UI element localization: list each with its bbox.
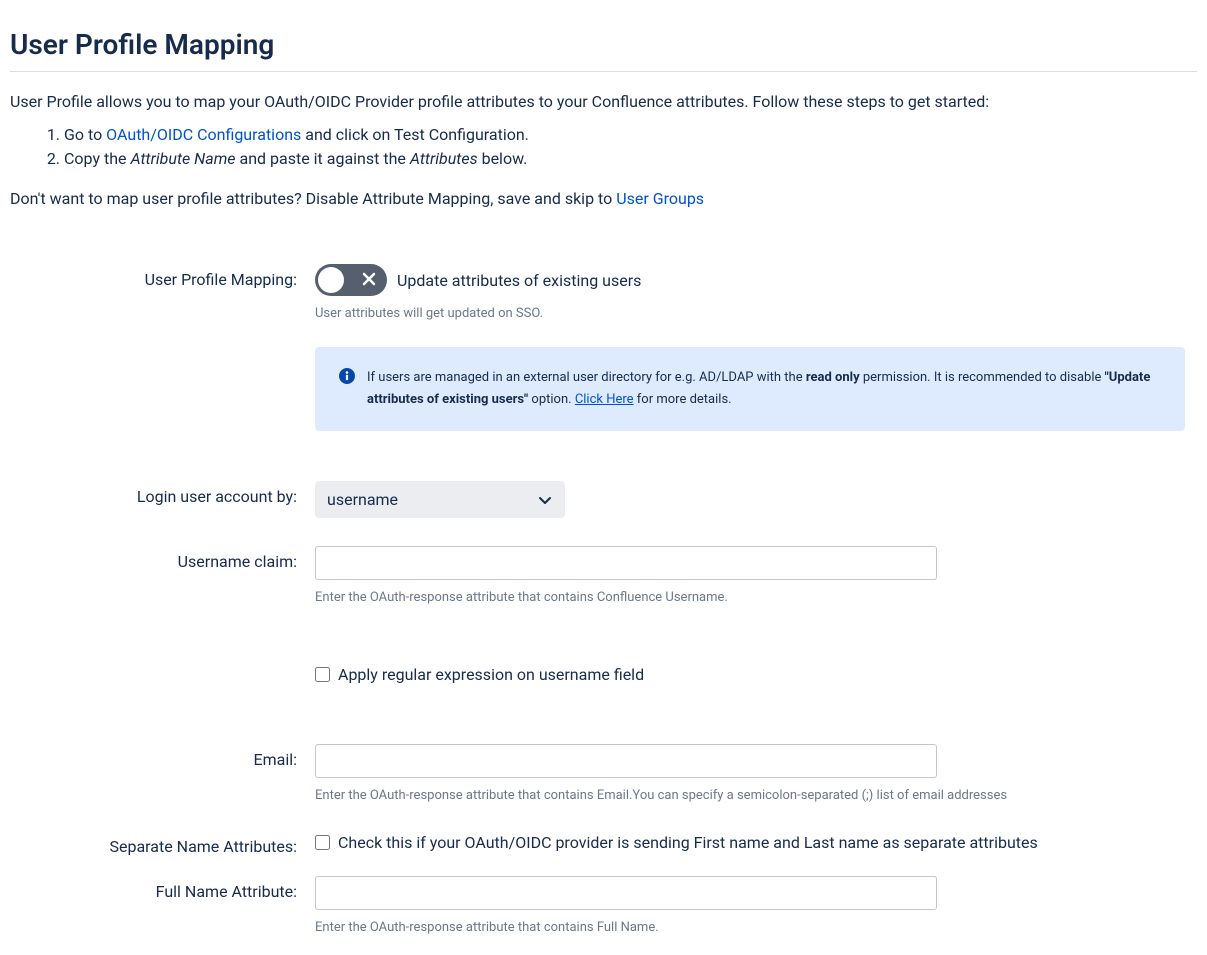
username-claim-helper: Enter the OAuth-response attribute that … (315, 590, 1185, 605)
step-2-em2: Attributes (410, 149, 478, 168)
email-helper: Enter the OAuth-response attribute that … (315, 788, 1185, 803)
info-panel: If users are managed in an external user… (315, 347, 1185, 431)
step-2-mid: and paste it against the (236, 149, 410, 168)
regex-checkbox-label: Apply regular expression on username fie… (338, 665, 644, 684)
oauth-config-link[interactable]: OAuth/OIDC Configurations (106, 125, 301, 144)
step-2-em1: Attribute Name (130, 149, 235, 168)
update-attributes-toggle[interactable] (315, 264, 387, 296)
separate-names-label: Separate Name Attributes: (10, 831, 315, 856)
username-claim-input[interactable] (315, 546, 937, 580)
regex-checkbox[interactable] (315, 667, 330, 682)
title-divider (10, 71, 1197, 72)
toggle-knob (318, 267, 344, 293)
step-1-suffix: and click on Test Configuration. (301, 125, 529, 144)
info-icon (339, 368, 355, 384)
step-1-prefix: Go to (64, 125, 106, 144)
login-by-label: Login user account by: (10, 481, 315, 506)
toggle-helper: User attributes will get updated on SSO. (315, 306, 1185, 321)
user-groups-link[interactable]: User Groups (616, 189, 704, 208)
step-2-prefix: Copy the (64, 149, 130, 168)
step-1: Go to OAuth/OIDC Configurations and clic… (64, 123, 1197, 147)
step-2: Copy the Attribute Name and paste it aga… (64, 147, 1197, 171)
email-input[interactable] (315, 744, 937, 778)
info-after-bold2: option. (528, 392, 575, 407)
skip-text: Don't want to map user profile attribute… (10, 189, 1197, 208)
info-mid: permission. It is recommended to disable (860, 370, 1105, 385)
fullname-label: Full Name Attribute: (10, 876, 315, 901)
toggle-label: Update attributes of existing users (397, 271, 641, 290)
intro-text: User Profile allows you to map your OAut… (10, 92, 1197, 111)
fullname-helper: Enter the OAuth-response attribute that … (315, 920, 1185, 935)
info-click-here-link[interactable]: Click Here (575, 392, 634, 407)
close-icon (362, 271, 376, 290)
step-2-suffix: below. (478, 149, 528, 168)
info-bold1: read only (806, 370, 860, 385)
page-title: User Profile Mapping (10, 28, 1197, 61)
info-text: If users are managed in an external user… (367, 367, 1165, 411)
login-by-select[interactable]: username (315, 481, 565, 518)
username-claim-label: Username claim: (10, 546, 315, 571)
steps-list: Go to OAuth/OIDC Configurations and clic… (10, 123, 1197, 171)
email-label: Email: (10, 744, 315, 769)
skip-prefix: Don't want to map user profile attribute… (10, 189, 616, 208)
separate-names-checkbox-label: Check this if your OAuth/OIDC provider i… (338, 833, 1038, 852)
user-profile-mapping-label: User Profile Mapping: (10, 264, 315, 289)
fullname-input[interactable] (315, 876, 937, 910)
separate-names-checkbox[interactable] (315, 835, 330, 850)
info-suffix: for more details. (634, 392, 732, 407)
info-prefix: If users are managed in an external user… (367, 370, 806, 385)
